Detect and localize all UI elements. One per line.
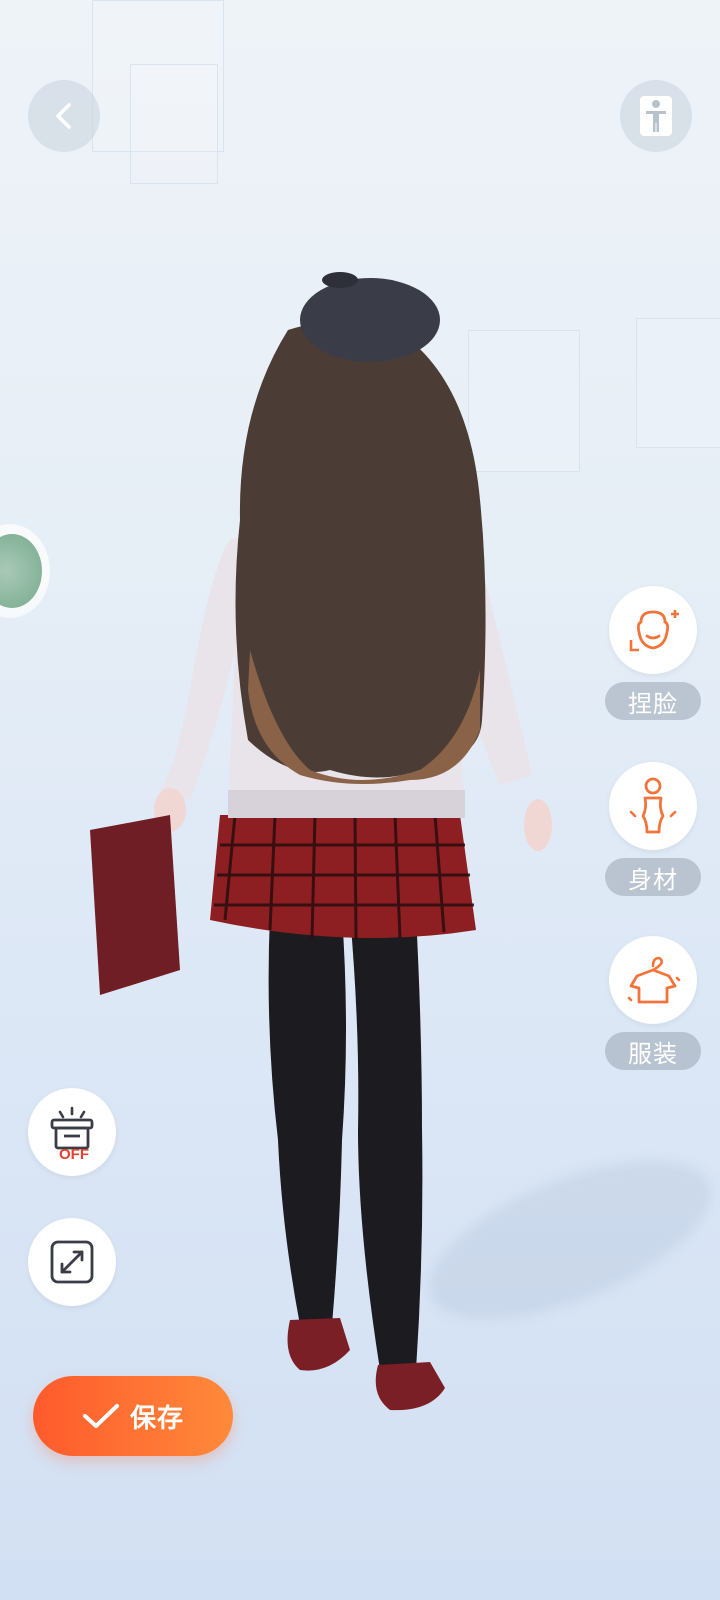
body-edit-button[interactable] <box>609 762 697 850</box>
body-edit-tool[interactable]: 身材 <box>605 762 701 896</box>
outfit-edit-button[interactable] <box>609 936 697 1024</box>
chevron-left-icon <box>56 103 71 129</box>
avatar-character[interactable] <box>60 270 600 1430</box>
face-icon <box>629 610 679 652</box>
hanger-shirt-icon <box>627 956 681 1004</box>
outfit-edit-label: 服装 <box>605 1032 701 1070</box>
face-edit-label: 捏脸 <box>605 682 701 720</box>
background-panel <box>636 318 720 448</box>
body-figure-icon <box>629 777 677 834</box>
off-badge: OFF <box>59 1146 89 1160</box>
outfit-edit-tool[interactable]: 服装 <box>605 936 701 1070</box>
save-button[interactable]: 保存 <box>33 1376 233 1456</box>
face-edit-button[interactable] <box>609 586 697 674</box>
expand-view-button[interactable] <box>28 1218 116 1306</box>
body-edit-label: 身材 <box>605 858 701 896</box>
scene-light-toggle[interactable]: OFF <box>28 1088 116 1176</box>
check-icon <box>82 1404 119 1428</box>
pose-button[interactable] <box>620 80 692 152</box>
background-panel <box>130 64 218 184</box>
back-button[interactable] <box>28 80 100 152</box>
face-edit-tool[interactable]: 捏脸 <box>605 586 701 720</box>
lamp-off-icon: OFF <box>50 1106 94 1160</box>
save-label: 保存 <box>129 1403 184 1434</box>
outfit-thumbnail-image <box>0 534 42 608</box>
expand-icon <box>50 1240 94 1284</box>
person-standing-icon <box>640 96 672 136</box>
